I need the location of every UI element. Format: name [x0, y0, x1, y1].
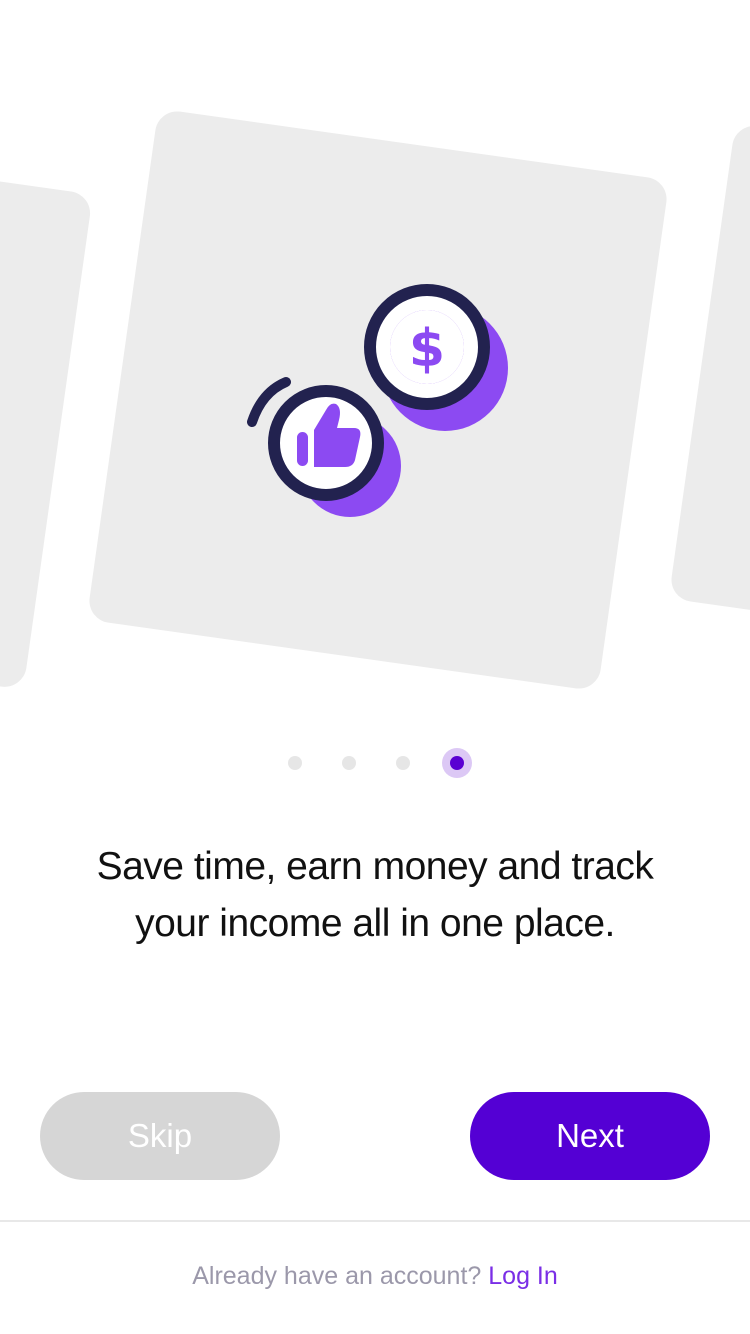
pagination-dot-1[interactable] — [288, 756, 302, 770]
headline-line-1: Save time, earn money and track — [96, 845, 654, 888]
login-prompt: Already have an account? Log In — [0, 1256, 750, 1296]
carousel-card-previous[interactable] — [0, 140, 93, 690]
coins-illustration: $ — [247, 284, 508, 517]
next-button[interactable]: Next — [470, 1092, 710, 1180]
skip-button[interactable]: Skip — [40, 1092, 280, 1180]
headline-line-2: your income all in one place. — [135, 902, 615, 945]
carousel-card-next[interactable] — [668, 123, 750, 657]
thumbs-up-coin-icon — [268, 385, 401, 517]
login-link[interactable]: Log In — [488, 1262, 558, 1290]
pagination-dot-4-active[interactable] — [442, 748, 472, 778]
onboarding-headline: Save time, earn money and track your inc… — [60, 838, 690, 952]
pagination-dots — [0, 748, 750, 778]
pagination-dot-2[interactable] — [342, 756, 356, 770]
svg-text:$: $ — [409, 319, 445, 379]
pagination-dot-3[interactable] — [396, 756, 410, 770]
dollar-coin-icon: $ — [364, 284, 508, 431]
login-prompt-text: Already have an account? — [192, 1262, 482, 1290]
onboarding-screen: $ Save time, earn money and track your i… — [0, 0, 750, 1334]
active-dot-indicator — [450, 756, 464, 770]
footer-divider — [0, 1220, 750, 1222]
